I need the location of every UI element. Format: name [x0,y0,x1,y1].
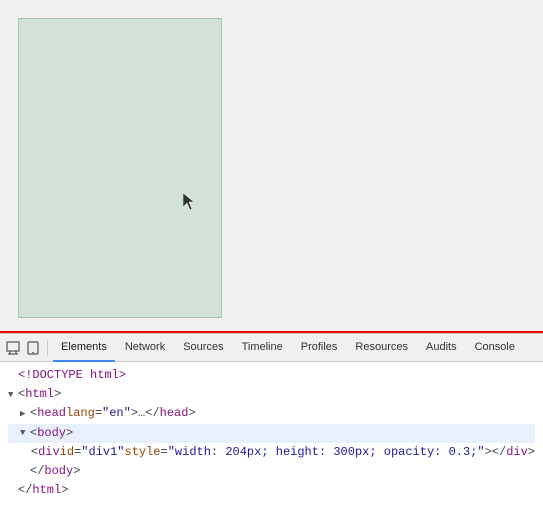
expand-arrow-div1[interactable] [24,445,31,459]
tab-resources[interactable]: Resources [347,334,416,362]
tab-profiles[interactable]: Profiles [293,334,346,362]
tree-line-html: ▼ <html> [8,385,535,404]
tree-line-html-close: </html> [8,481,535,500]
expand-arrow-html[interactable]: ▼ [8,388,18,402]
tab-network[interactable]: Network [117,334,173,362]
inspect-icon[interactable] [4,339,22,357]
preview-div [18,18,222,318]
toolbar-separator [47,340,48,356]
tree-line-body: ▼ <body> [8,424,535,443]
expand-arrow-head[interactable]: ▶ [20,407,30,421]
device-icon[interactable] [24,339,42,357]
tree-line-div1: <div id="div1" style="width: 204px; heig… [8,443,535,462]
devtools-toolbar: Elements Network Sources Timeline Profil… [0,334,543,362]
tree-line-body-close: </body> [8,462,535,481]
tab-sources[interactable]: Sources [175,334,231,362]
devtools-panel: Elements Network Sources Timeline Profil… [0,333,543,508]
preview-area [0,0,543,333]
expand-arrow-html-close [8,484,18,498]
tab-audits[interactable]: Audits [418,334,465,362]
tree-line-head: ▶ <head lang="en" >…</head> [8,404,535,423]
tree-line-doctype: <!DOCTYPE html> [8,366,535,385]
tab-elements[interactable]: Elements [53,334,115,362]
html-tree[interactable]: <!DOCTYPE html> ▼ <html> ▶ <head lang="e… [0,362,543,508]
expand-arrow-body-close [20,464,30,478]
tab-timeline[interactable]: Timeline [234,334,291,362]
tab-console[interactable]: Console [467,334,523,362]
expand-arrow[interactable] [8,368,18,382]
expand-arrow-body[interactable]: ▼ [20,426,30,440]
